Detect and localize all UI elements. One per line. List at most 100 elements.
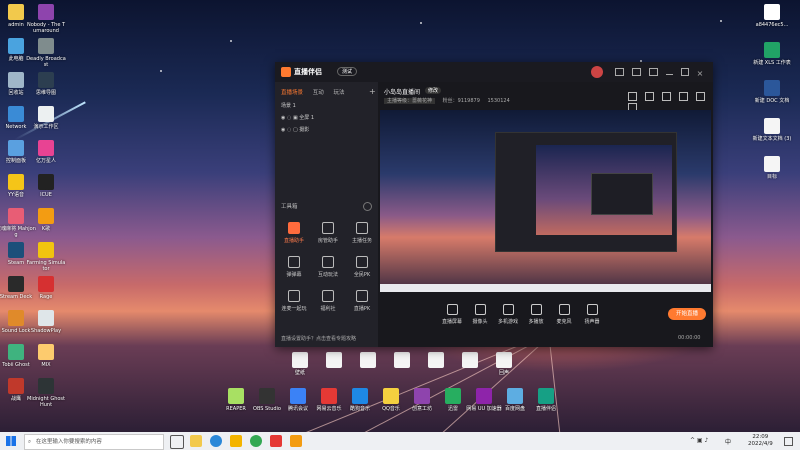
start-button[interactable]: [6, 436, 16, 446]
control-3[interactable]: 多播放: [522, 304, 550, 325]
desktop-icon[interactable]: 目标: [752, 156, 792, 180]
chrome-icon[interactable]: [250, 435, 262, 447]
folder-icon[interactable]: [230, 435, 242, 447]
settings-icon[interactable]: [631, 68, 641, 76]
desktop-icon-label: 亿万星人: [35, 158, 56, 164]
desktop-icon[interactable]: Nobody - The Turnaround: [26, 4, 66, 34]
desktop-icon[interactable]: Midnight Ghost Hunt: [26, 378, 66, 408]
desktop-icon[interactable]: a84476ec5...: [752, 4, 792, 28]
desktop-icon-icon: [38, 378, 54, 394]
gift-icon[interactable]: [628, 92, 637, 101]
clock[interactable]: 22:09 2022/4/9: [748, 434, 773, 448]
window-controls: ×: [615, 68, 703, 78]
control-label: 麦克风: [556, 319, 572, 325]
control-2[interactable]: 多机游戏: [494, 304, 522, 325]
tool-0[interactable]: 直播助手: [279, 222, 309, 244]
control-label: 多播放: [528, 319, 544, 325]
tool-3[interactable]: 弹弹幕: [279, 256, 309, 278]
avatar[interactable]: [591, 66, 603, 78]
lock-icon[interactable]: ◌: [287, 115, 291, 121]
search-box[interactable]: ⌕ 在这里输入你要搜索的内容: [24, 434, 164, 450]
visibility-icon[interactable]: ◉: [281, 115, 285, 121]
control-label: 扬声器: [584, 319, 600, 325]
desktop-icon-icon: [462, 352, 478, 368]
tool-8[interactable]: 直播PK: [347, 290, 377, 312]
stream-preview[interactable]: [380, 110, 711, 292]
desktop-icon-icon: [383, 388, 399, 404]
desktop-icon-icon: [8, 208, 24, 224]
tool-icon: [288, 290, 300, 302]
edge-icon[interactable]: [210, 435, 222, 447]
desktop-icon[interactable]: 新建 DOC 文档: [752, 80, 792, 104]
desktop-icon[interactable]: 思维导图: [26, 72, 66, 96]
live-companion-window[interactable]: 直播伴侣 测试 × 直播场景 互动 玩法 + 场景 1 ◉ ◌ ▣ 全屏 1 ◉…: [275, 62, 713, 347]
window-titlebar[interactable]: 直播伴侣 测试 ×: [275, 62, 713, 82]
task-view-icon[interactable]: [170, 435, 184, 449]
bell-icon[interactable]: [695, 92, 705, 101]
control-5[interactable]: 扬声器: [578, 304, 606, 325]
desktop-icon[interactable]: 直播伴侣: [526, 388, 566, 412]
tool-7[interactable]: 福利社: [313, 290, 343, 312]
control-0[interactable]: 直播屏幕: [438, 304, 466, 325]
desktop-icon-label: MIX: [41, 362, 51, 368]
tool-icon: [356, 290, 368, 302]
tool-icon: [356, 222, 368, 234]
tool-label: 直播助手: [283, 238, 304, 244]
room-title[interactable]: 小岛岛直播间: [384, 87, 420, 96]
control-4[interactable]: 麦克风: [550, 304, 578, 325]
desktop-icon[interactable]: Farming Simulator: [26, 242, 66, 272]
control-1[interactable]: 摄像头: [466, 304, 494, 325]
desktop-icon-icon: [8, 38, 24, 54]
help-footer[interactable]: 直播设置助手？点击查看专题攻略: [281, 335, 356, 342]
screenshot-icon[interactable]: [661, 92, 671, 101]
desktop-icon-label: 思维导图: [35, 90, 56, 96]
stream-duration: 00:00:00: [678, 335, 701, 341]
tool-5[interactable]: 全民PK: [347, 256, 377, 278]
tab-scene[interactable]: 直播场景: [281, 90, 303, 96]
desktop-icon-icon: [38, 106, 54, 122]
minimize-icon[interactable]: [665, 74, 673, 75]
input-language[interactable]: 中: [725, 437, 731, 446]
tab-interact[interactable]: 互动: [313, 90, 324, 96]
tab-play[interactable]: 玩法: [334, 90, 345, 96]
desktop-icon[interactable]: Rage: [26, 276, 66, 300]
message-icon[interactable]: [615, 68, 624, 76]
record-icon[interactable]: [678, 92, 688, 101]
maximize-icon[interactable]: [680, 68, 689, 76]
desktop-icon[interactable]: Deadly Broadcast: [26, 38, 66, 68]
app-badge[interactable]: 测试: [337, 67, 358, 76]
close-icon[interactable]: ×: [697, 70, 704, 78]
scene-row[interactable]: 场景 1: [281, 102, 296, 109]
go-live-button[interactable]: 开始直播: [668, 308, 706, 320]
tool-4[interactable]: 互动玩法: [313, 256, 343, 278]
source-row-camera[interactable]: ◉ ◌ ▢ 摄影: [281, 126, 309, 133]
explorer-icon[interactable]: [190, 435, 202, 447]
live-companion-taskbar-icon[interactable]: [270, 435, 282, 447]
app-taskbar-icon[interactable]: [290, 435, 302, 447]
desktop-icon[interactable]: ICUE: [26, 174, 66, 198]
menu-icon[interactable]: [648, 68, 658, 76]
control-label: 直播屏幕: [441, 319, 462, 325]
desktop-icon-label: ICUE: [40, 192, 52, 198]
lock-room-icon[interactable]: [644, 92, 654, 101]
source-row-fullscreen[interactable]: ◉ ◌ ▣ 全屏 1: [281, 114, 314, 121]
tool-2[interactable]: 主播任务: [347, 222, 377, 244]
tools-collapse-icon[interactable]: [363, 202, 372, 211]
windows-logo-icon: [6, 436, 16, 446]
add-scene-icon[interactable]: +: [369, 87, 376, 96]
desktop-icon[interactable]: ShadowPlay: [26, 310, 66, 334]
tool-6[interactable]: 连麦一起玩: [279, 290, 309, 312]
tool-label: 全民PK: [353, 272, 371, 278]
desktop-icon[interactable]: 新建 XLS 工作表: [752, 42, 792, 66]
desktop-icon[interactable]: 回声: [484, 352, 524, 376]
room-edit-button[interactable]: 修改: [425, 87, 442, 94]
desktop-icon[interactable]: K歌: [26, 208, 66, 232]
desktop-icon[interactable]: 亿万星人: [26, 140, 66, 164]
desktop-icon[interactable]: MIX: [26, 344, 66, 368]
notification-icon[interactable]: [784, 437, 793, 446]
desktop-icon[interactable]: 演示工作区: [26, 106, 66, 130]
visibility-icon[interactable]: ◉: [281, 127, 285, 133]
tool-1[interactable]: 房管助手: [313, 222, 343, 244]
lock-icon[interactable]: ◌: [287, 127, 291, 133]
desktop-icon[interactable]: 新建文本文档 (3): [752, 118, 792, 142]
